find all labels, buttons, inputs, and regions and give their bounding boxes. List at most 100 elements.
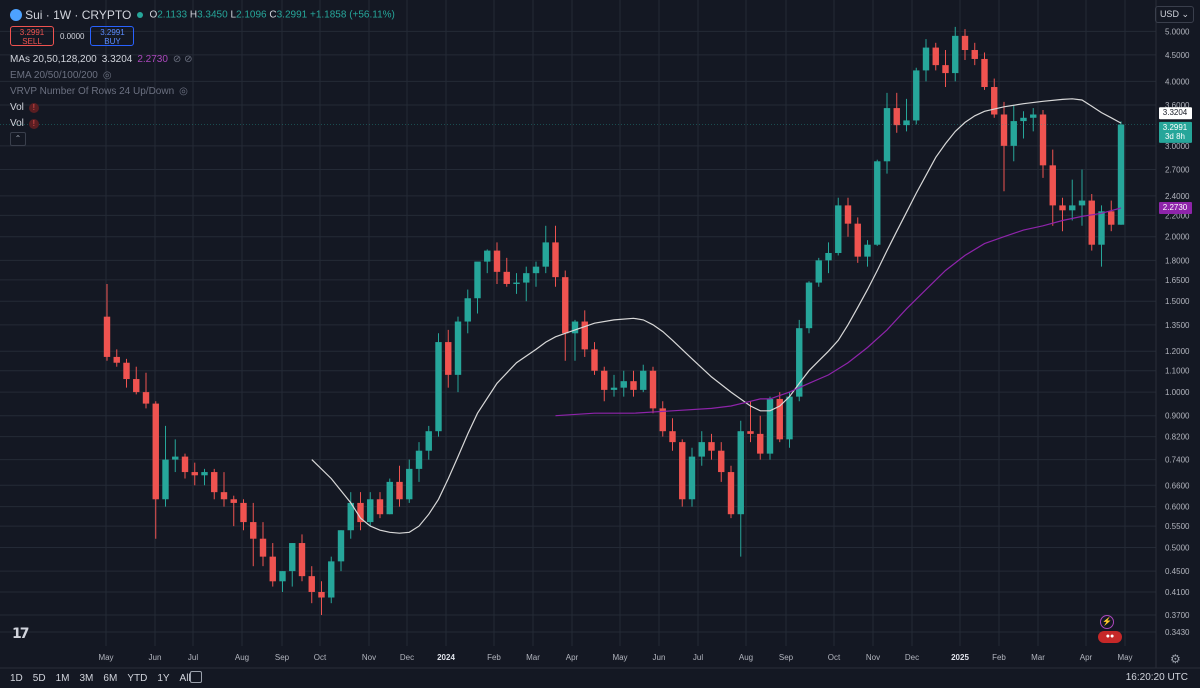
y-tick-label: 0.8200 — [1165, 433, 1190, 442]
candle-body — [269, 556, 276, 582]
x-tick-label: Feb — [992, 653, 1006, 662]
indicator-vrvp[interactable]: VRVP Number Of Rows 24 Up/Down ◎ — [10, 86, 188, 97]
currency-selector[interactable]: USD ⌄ — [1154, 6, 1194, 23]
date-range-icon[interactable] — [190, 671, 202, 683]
candle-body — [630, 381, 637, 390]
eye-off-icon[interactable]: ⊘ ⊘ — [173, 54, 193, 65]
x-tick-label: Aug — [739, 653, 753, 662]
candle-body — [669, 431, 676, 443]
candle-body — [1020, 117, 1027, 122]
price-chart[interactable]: 5.00004.50004.00003.60003.00002.70002.40… — [0, 0, 1200, 688]
timeframe-1m[interactable]: 1M — [56, 673, 70, 684]
candle-body — [620, 381, 627, 388]
y-tick-label: 0.7400 — [1165, 456, 1190, 465]
candle-body — [815, 260, 822, 283]
time-axis: May Jun Jul Aug Sep Oct Nov Dec 2024 Feb Mar Apr May… — [98, 653, 1132, 662]
timeframe-1y[interactable]: 1Y — [157, 673, 169, 684]
timeframe-5d[interactable]: 5D — [33, 673, 46, 684]
timeframe-all[interactable]: All — [180, 673, 191, 684]
chart-title[interactable]: Sui · 1W · CRYPTO — [25, 8, 131, 22]
candle-body — [961, 35, 969, 51]
timeframe-3m[interactable]: 3M — [80, 673, 94, 684]
error-icon[interactable]: ! — [28, 102, 39, 113]
x-tick-label: Sep — [275, 653, 290, 662]
sell-button[interactable]: 3.2991 SELL — [10, 26, 54, 46]
collapse-legend-button[interactable]: ⌃ — [10, 132, 26, 146]
candle-body — [688, 456, 696, 500]
buy-button[interactable]: 3.2991 BUY — [90, 26, 135, 46]
candle-body — [425, 431, 432, 451]
candle-body — [747, 431, 754, 434]
y-tick-label: 0.4500 — [1165, 567, 1190, 576]
candle-body — [103, 316, 111, 357]
hidden-eye-icon[interactable]: ◎ — [103, 70, 112, 81]
timeframe-ytd[interactable]: YTD — [127, 673, 147, 684]
hidden-eye-icon[interactable]: ◎ — [179, 86, 188, 97]
candle-body — [474, 261, 481, 299]
candle-body — [172, 456, 179, 460]
candle-body — [591, 349, 598, 371]
y-tick-label: 1.2000 — [1165, 347, 1190, 356]
candle-body — [571, 321, 579, 334]
indicator-ema[interactable]: EMA 20/50/100/200 ◎ — [10, 70, 112, 81]
symbol-header[interactable]: Sui · 1W · CRYPTO O2.1133 H3.3450 L2.109… — [10, 8, 395, 22]
tradingview-logo[interactable]: 17 — [12, 626, 30, 642]
candle-body — [386, 481, 393, 515]
y-tick-label: 1.5000 — [1165, 297, 1190, 306]
x-tick-label: Nov — [362, 653, 376, 662]
x-tick-label: 2024 — [437, 653, 455, 662]
x-tick-label: Sep — [779, 653, 794, 662]
price-axis: 5.00004.50004.00003.60003.00002.70002.40… — [0, 0, 1200, 669]
candle-body — [874, 161, 881, 245]
indicator-vol-2[interactable]: Vol ! — [10, 118, 39, 129]
candle-body — [289, 543, 296, 572]
candle-body — [396, 481, 403, 500]
candle-body — [893, 108, 900, 126]
lightning-icon[interactable]: ⚡ — [1100, 615, 1114, 629]
timeframe-6m[interactable]: 6M — [103, 673, 117, 684]
x-tick-label: Feb — [487, 653, 501, 662]
candle-body — [844, 205, 852, 224]
last-price-label: 3d 8h — [1165, 132, 1185, 141]
y-tick-label: 1.1000 — [1165, 367, 1190, 376]
timeframe-1d[interactable]: 1D — [10, 673, 23, 684]
candle-body — [1049, 165, 1056, 206]
indicator-vol-1[interactable]: Vol ! — [10, 102, 39, 113]
x-tick-label: May — [612, 653, 627, 662]
x-tick-label: Mar — [526, 653, 540, 662]
candle-body — [942, 65, 949, 74]
clock[interactable]: 16:20:20 UTC — [1126, 672, 1188, 683]
error-icon[interactable]: ! — [28, 118, 39, 129]
x-tick-label: Jun — [653, 653, 666, 662]
candle-body — [1108, 211, 1115, 225]
moving-averages — [0, 98, 1156, 534]
x-tick-label: Dec — [905, 653, 919, 662]
candle-body — [1117, 124, 1125, 225]
candle-body — [445, 342, 452, 375]
last-price-label: 3.2991 — [1163, 123, 1188, 132]
candle-body — [542, 242, 549, 267]
candle-body — [952, 35, 959, 74]
candle-body — [1088, 200, 1095, 245]
x-tick-label: May — [1117, 653, 1132, 662]
y-tick-label: 5.0000 — [1165, 27, 1190, 36]
candle-body — [1078, 200, 1086, 206]
candles — [103, 26, 1125, 615]
x-tick-label: Jul — [188, 653, 198, 662]
candle-body — [883, 108, 891, 162]
x-tick-label: Apr — [566, 653, 579, 662]
gear-icon[interactable]: ⚙ — [1170, 652, 1181, 666]
indicator-mas[interactable]: MAs 20,50,128,200 3.3204 2.2730 ⊘ ⊘ — [10, 54, 192, 65]
y-tick-label: 1.6500 — [1165, 276, 1190, 285]
candle-body — [406, 468, 413, 500]
candle-body — [337, 530, 345, 562]
y-tick-label: 2.0000 — [1165, 233, 1190, 242]
candle-body — [279, 571, 286, 582]
economic-events-flag-icon[interactable]: ●● — [1098, 631, 1122, 643]
y-tick-label: 0.3700 — [1165, 611, 1190, 620]
x-tick-label: Jul — [693, 653, 703, 662]
candle-body — [932, 47, 939, 66]
candle-body — [376, 499, 384, 515]
y-tick-label: 0.3430 — [1165, 628, 1190, 637]
y-tick-label: 4.0000 — [1165, 77, 1190, 86]
